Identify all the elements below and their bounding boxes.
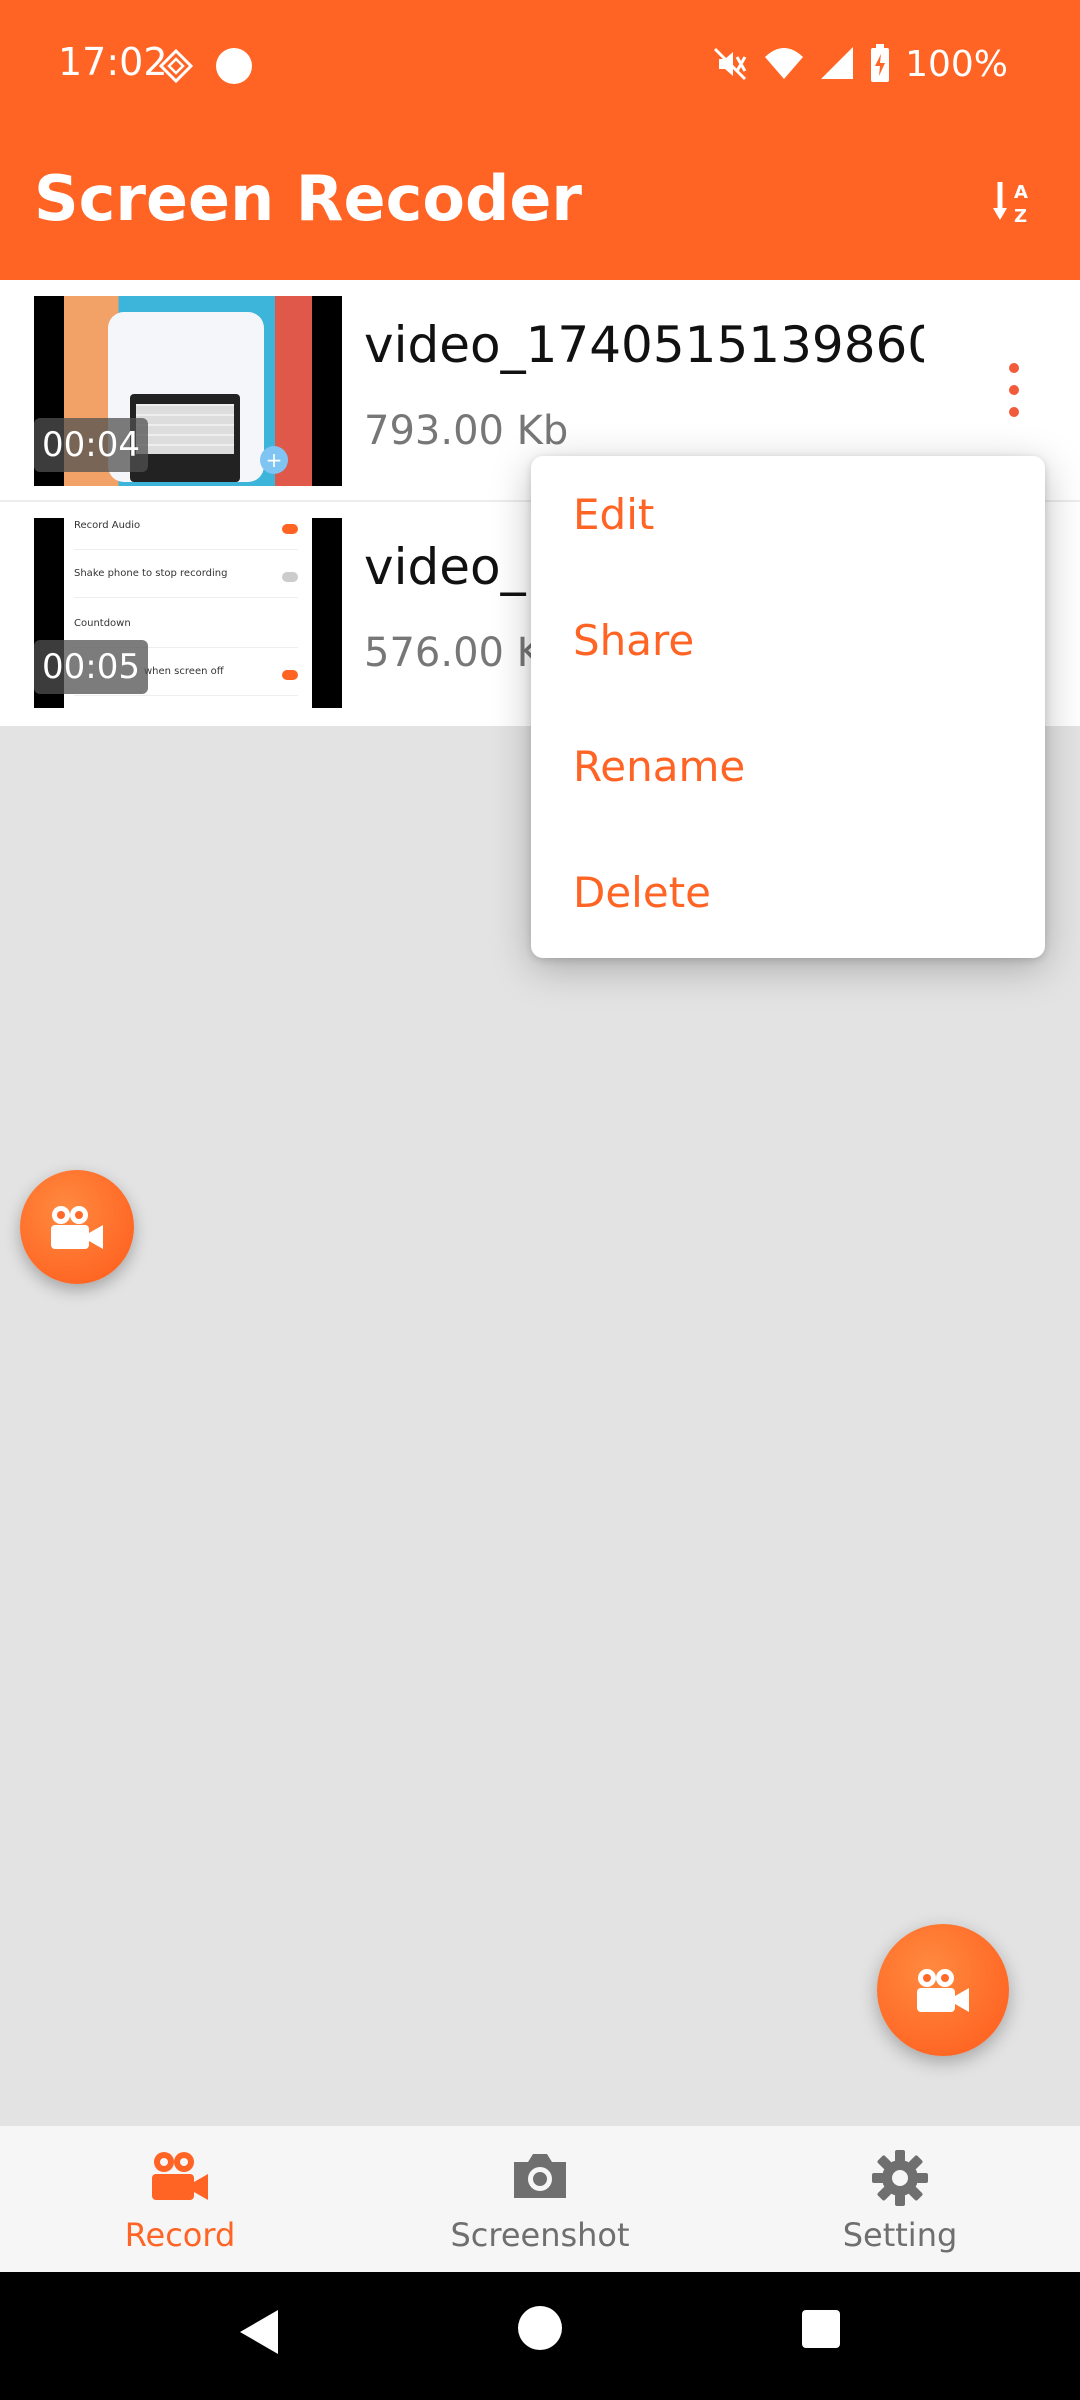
toggle-icon xyxy=(282,670,298,680)
toggle-icon xyxy=(282,524,298,534)
video-thumbnail[interactable]: + 00:04 xyxy=(34,296,342,486)
duration-badge: 00:05 xyxy=(34,640,148,694)
thumbnail-row-label: Record Audio xyxy=(74,520,141,531)
gear-icon xyxy=(872,2150,928,2206)
status-time: 17:02 xyxy=(58,40,168,84)
menu-item-edit[interactable]: Edit xyxy=(573,490,654,539)
video-camera-icon xyxy=(51,1206,103,1249)
nav-label: Screenshot xyxy=(450,2216,630,2254)
home-icon[interactable] xyxy=(516,2304,564,2352)
video-size: 576.00 K xyxy=(364,630,543,676)
status-icons: 100% xyxy=(711,40,1008,88)
thumbnail-row: Record Audio xyxy=(74,520,298,550)
sort-az-icon[interactable]: A Z xyxy=(990,178,1040,228)
status-bar: 17:02 100% xyxy=(0,0,1080,132)
battery-icon xyxy=(871,44,890,82)
camera-icon xyxy=(514,2154,566,2198)
app-bar: 17:02 100% Screen Recoder A Z xyxy=(0,0,1080,280)
nav-item-record[interactable]: Record xyxy=(0,2126,360,2272)
svg-text:Z: Z xyxy=(1014,206,1027,227)
back-icon[interactable] xyxy=(234,2306,282,2358)
thumbnail-row-label: Countdown xyxy=(74,618,131,629)
bottom-navigation: Record Screenshot Setting xyxy=(0,2126,1080,2272)
svg-text:A: A xyxy=(1014,182,1028,203)
nav-label: Record xyxy=(124,2216,236,2254)
duration-badge: 00:04 xyxy=(34,418,148,472)
system-navigation-bar xyxy=(0,2272,1080,2400)
nav-item-setting[interactable]: Setting xyxy=(720,2126,1080,2272)
video-title: video_1740515139860.... xyxy=(364,316,924,374)
toggle-icon xyxy=(282,572,298,582)
wifi-icon xyxy=(765,48,804,79)
signal-icon xyxy=(821,47,854,79)
video-thumbnail[interactable]: Record Audio Shake phone to stop recordi… xyxy=(34,518,342,708)
video-size: 793.00 Kb xyxy=(364,408,569,454)
floating-record-bubble[interactable] xyxy=(20,1170,134,1284)
recents-icon[interactable] xyxy=(800,2308,842,2350)
video-camera-icon xyxy=(152,2152,208,2200)
battery-percent: 100% xyxy=(905,43,1008,85)
nav-item-screenshot[interactable]: Screenshot xyxy=(360,2126,720,2272)
video-camera-icon xyxy=(917,1969,969,2012)
thumbnail-row: Shake phone to stop recording xyxy=(74,568,298,598)
record-fab-button[interactable] xyxy=(877,1924,1009,2056)
menu-item-rename[interactable]: Rename xyxy=(573,742,745,791)
menu-item-share[interactable]: Share xyxy=(573,616,694,665)
notification-dot-icon xyxy=(216,48,252,84)
context-menu: Edit Share Rename Delete xyxy=(531,456,1045,958)
thumbnail-row-label: Shake phone to stop recording xyxy=(74,568,228,579)
thumbnail-plus-icon: + xyxy=(260,446,288,474)
notification-app-icon xyxy=(158,48,194,84)
mute-icon xyxy=(714,47,747,81)
nav-label: Setting xyxy=(842,2216,958,2254)
menu-item-delete[interactable]: Delete xyxy=(573,868,711,917)
thumbnail-row-label: when screen off xyxy=(144,666,224,677)
more-vert-icon[interactable] xyxy=(1000,360,1028,420)
page-title: Screen Recoder xyxy=(34,162,582,235)
